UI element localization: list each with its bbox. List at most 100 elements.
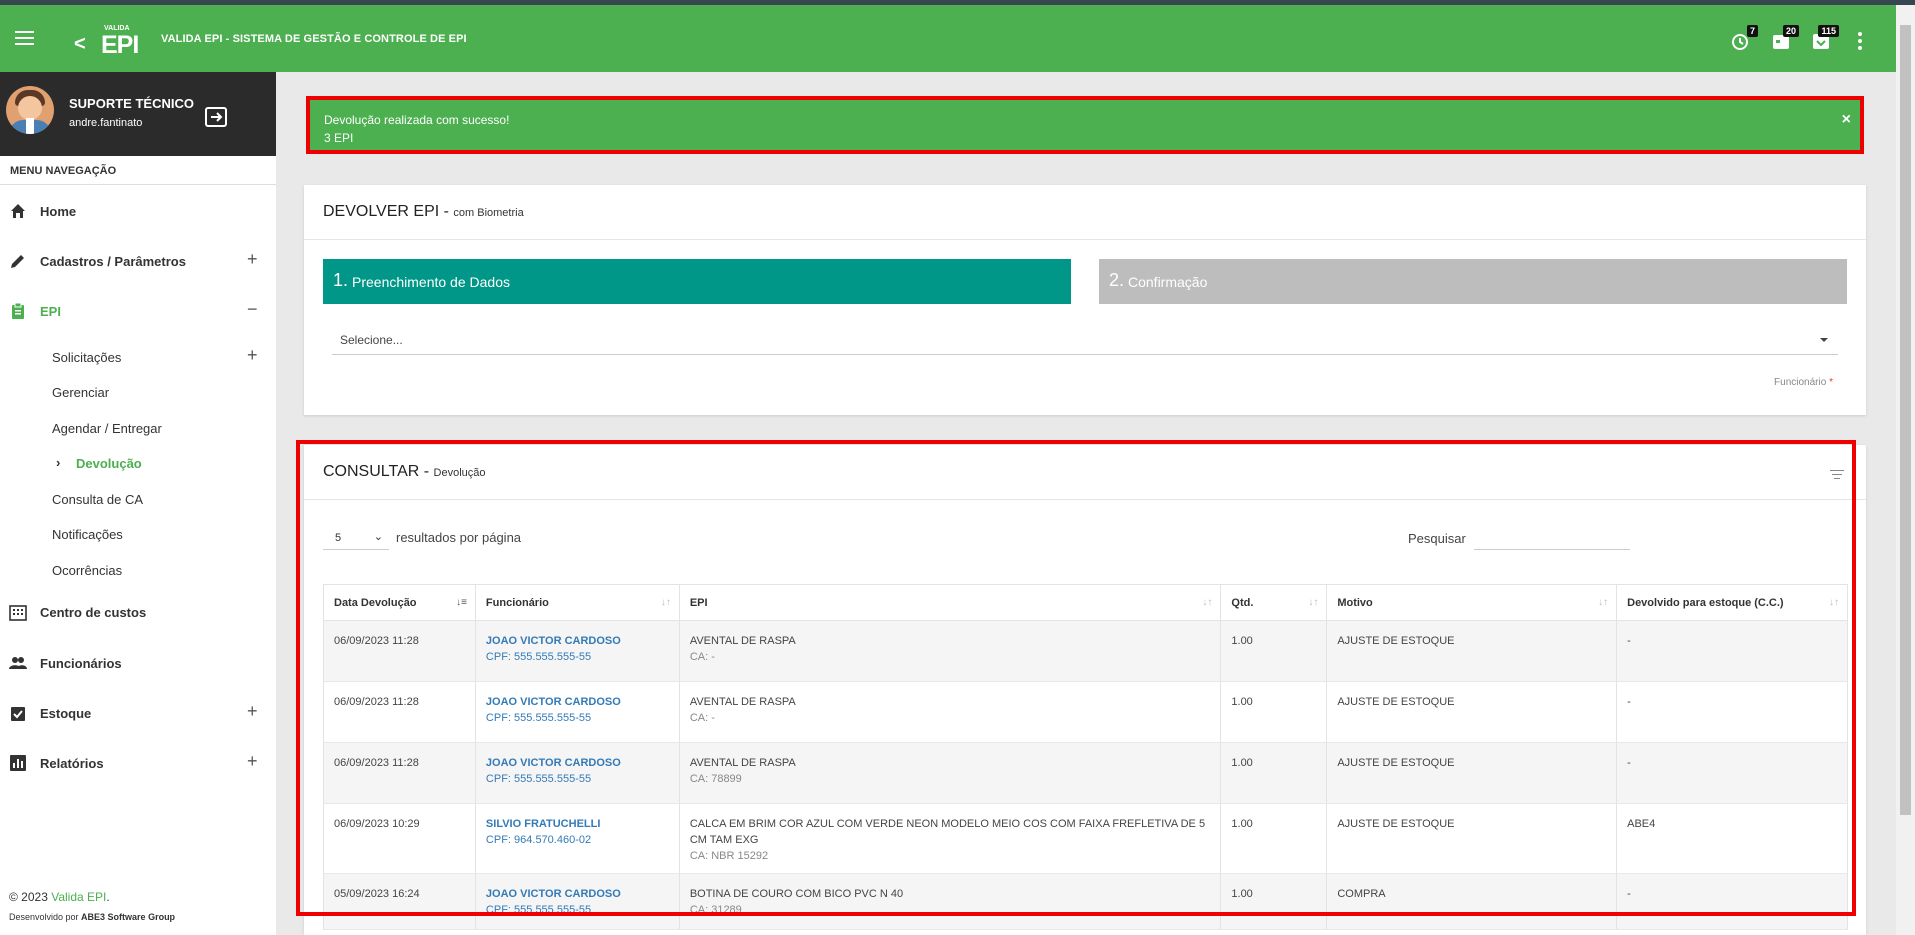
table-row: 06/09/2023 11:28 JOAO VICTOR CARDOSO CPF:… xyxy=(323,742,1848,804)
app-title: VALIDA EPI - SISTEMA DE GESTÃO E CONTROL… xyxy=(161,33,467,45)
sort-icon: ↓↑ xyxy=(1202,597,1213,608)
search-label: Pesquisar xyxy=(1408,531,1466,546)
clipboard-icon xyxy=(12,302,24,319)
employee-link[interactable]: SILVIO FRATUCHELLI xyxy=(486,816,669,832)
scrollbar-thumb[interactable] xyxy=(1900,25,1911,815)
home-icon xyxy=(11,204,25,218)
expand-plus-icon[interactable]: + xyxy=(247,751,258,772)
sidebar-item-epi[interactable]: EPI − xyxy=(0,291,276,331)
sort-desc-icon: ↓≡ xyxy=(456,597,467,608)
history-button[interactable]: 7 xyxy=(1730,25,1758,53)
sidebar-item-label: EPI xyxy=(40,304,61,319)
chevron-right-icon: › xyxy=(56,455,61,470)
hamburger-menu-icon[interactable] xyxy=(15,31,34,45)
employee-link[interactable]: JOAO VICTOR CARDOSO xyxy=(486,694,669,710)
sidebar-item-label: Funcionários xyxy=(40,656,122,671)
submenu-item-devolucao[interactable]: Devolução xyxy=(76,456,142,471)
sidebar-item-label: Cadastros / Parâmetros xyxy=(40,254,186,269)
expand-plus-icon[interactable]: + xyxy=(247,249,258,270)
sort-icon: ↓↑ xyxy=(1308,597,1319,608)
expand-plus-icon[interactable]: + xyxy=(247,345,258,366)
notifications-button[interactable]: 115 xyxy=(1811,25,1839,53)
logout-button[interactable] xyxy=(205,107,227,127)
column-header-destino[interactable]: Devolvido para estoque (C.C.) ↓↑ xyxy=(1616,584,1848,621)
sidebar-item-label: Home xyxy=(40,204,77,219)
sidebar-item-label: Relatórios xyxy=(40,756,104,771)
footer-brand-link[interactable]: Valida EPI xyxy=(51,890,106,904)
user-panel: SUPORTE TÉCNICO andre.fantinato xyxy=(0,72,276,156)
submenu-item-gerenciar[interactable]: Gerenciar xyxy=(52,385,109,400)
funcionario-label: Funcionário * xyxy=(1774,377,1833,388)
column-header-motivo[interactable]: Motivo ↓↑ xyxy=(1326,584,1618,621)
logo-big-text: EPI xyxy=(101,31,139,59)
column-header-funcionario[interactable]: Funcionário ↓↑ xyxy=(474,584,680,621)
logout-icon xyxy=(205,107,227,127)
consultar-title: CONSULTAR - Devolução xyxy=(323,463,486,480)
footer-copyright: © 2023 Valida EPI. xyxy=(9,890,110,904)
submenu-item-consulta-ca[interactable]: Consulta de CA xyxy=(52,492,143,507)
table-row: 06/09/2023 10:29 SILVIO FRATUCHELLI CPF: … xyxy=(323,803,1848,874)
sort-icon: ↓↑ xyxy=(1829,597,1839,608)
column-header-data[interactable]: Data Devolução ↓≡ xyxy=(323,584,476,621)
page-size-select[interactable]: 5 ⌄ xyxy=(323,528,389,550)
table-row: 06/09/2023 11:28 JOAO VICTOR CARDOSO CPF:… xyxy=(323,620,1848,682)
avatar xyxy=(6,86,54,134)
submenu-item-ocorrencias[interactable]: Ocorrências xyxy=(52,563,122,578)
sidebar-item-estoque[interactable]: Estoque + xyxy=(0,693,276,733)
user-login: andre.fantinato xyxy=(69,117,143,129)
submenu-item-solicitacoes[interactable]: Solicitações xyxy=(52,350,121,365)
menu-heading: MENU NAVEGAÇÃO xyxy=(10,165,117,177)
employee-link[interactable]: JOAO VICTOR CARDOSO xyxy=(486,755,669,771)
select-value: Selecione... xyxy=(340,333,403,347)
bar-chart-icon xyxy=(10,755,26,771)
app-logo[interactable]: < VALIDA EPI xyxy=(74,25,139,59)
building-icon xyxy=(9,605,27,621)
sort-icon: ↓↑ xyxy=(1598,597,1609,608)
pencil-icon xyxy=(11,255,24,268)
caret-down-icon xyxy=(1820,338,1828,342)
history-badge: 7 xyxy=(1746,25,1758,37)
page-scrollbar[interactable] xyxy=(1896,5,1915,935)
sidebar-item-label: Estoque xyxy=(40,706,92,721)
close-icon[interactable]: × xyxy=(1842,111,1851,129)
clipboard-check-icon xyxy=(11,707,25,721)
sidebar-item-funcionarios[interactable]: Funcionários xyxy=(0,643,276,683)
table-row: 06/09/2023 11:28 JOAO VICTOR CARDOSO CPF:… xyxy=(323,681,1848,743)
collapse-minus-icon[interactable]: − xyxy=(247,299,258,320)
more-options-icon[interactable] xyxy=(1858,32,1862,53)
sidebar-item-relatorios[interactable]: Relatórios + xyxy=(0,743,276,783)
calendar-button[interactable]: 20 xyxy=(1771,25,1799,53)
sidebar-item-label: Centro de custos xyxy=(40,605,147,620)
page-size-label: resultados por página xyxy=(396,530,522,545)
submenu-item-notificacoes[interactable]: Notificações xyxy=(52,527,123,542)
footer-developer: Desenvolvido por ABE3 Software Group xyxy=(9,912,176,922)
column-header-epi[interactable]: EPI ↓↑ xyxy=(678,584,1222,621)
step-1-tab[interactable]: 1. Preenchimento de Dados xyxy=(323,259,1071,304)
divider xyxy=(304,499,1866,500)
sidebar-item-cadastros[interactable]: Cadastros / Parâmetros + xyxy=(0,241,276,281)
employee-link[interactable]: JOAO VICTOR CARDOSO xyxy=(486,633,669,649)
chevron-down-icon: ⌄ xyxy=(373,531,383,543)
submenu-item-agendar[interactable]: Agendar / Entregar xyxy=(52,421,162,436)
column-header-qtd[interactable]: Qtd. ↓↑ xyxy=(1220,584,1328,621)
sidebar-item-home[interactable]: Home xyxy=(0,191,276,231)
logo-glyph: < xyxy=(74,33,86,55)
funcionario-select[interactable]: Selecione... xyxy=(332,325,1838,355)
expand-plus-icon[interactable]: + xyxy=(247,701,258,722)
main-content: Devolução realizada com sucesso! 3 EPI ×… xyxy=(276,72,1896,935)
calendar-badge: 20 xyxy=(1782,25,1799,37)
step-label: Preenchimento de Dados xyxy=(352,274,510,290)
people-icon xyxy=(9,657,27,669)
success-alert: Devolução realizada com sucesso! 3 EPI × xyxy=(306,96,1864,154)
alert-message: Devolução realizada com sucesso! xyxy=(324,113,510,127)
sidebar-item-centro-custos[interactable]: Centro de custos xyxy=(0,592,276,632)
devolver-title: DEVOLVER EPI - com Biometria xyxy=(323,203,524,220)
employee-link[interactable]: JOAO VICTOR CARDOSO xyxy=(486,886,669,902)
consultar-card: CONSULTAR - Devolução 5 ⌄ resultados por… xyxy=(304,445,1866,935)
sort-icon: ↓↑ xyxy=(660,597,671,608)
filter-icon[interactable] xyxy=(1830,470,1844,480)
user-name: SUPORTE TÉCNICO xyxy=(69,96,194,111)
devolucao-table: Data Devolução ↓≡ Funcionário ↓↑ EPI ↓↑ Qtd… xyxy=(323,584,1848,930)
step-2-tab[interactable]: 2. Confirmação xyxy=(1099,259,1847,304)
search-input[interactable] xyxy=(1474,526,1630,550)
